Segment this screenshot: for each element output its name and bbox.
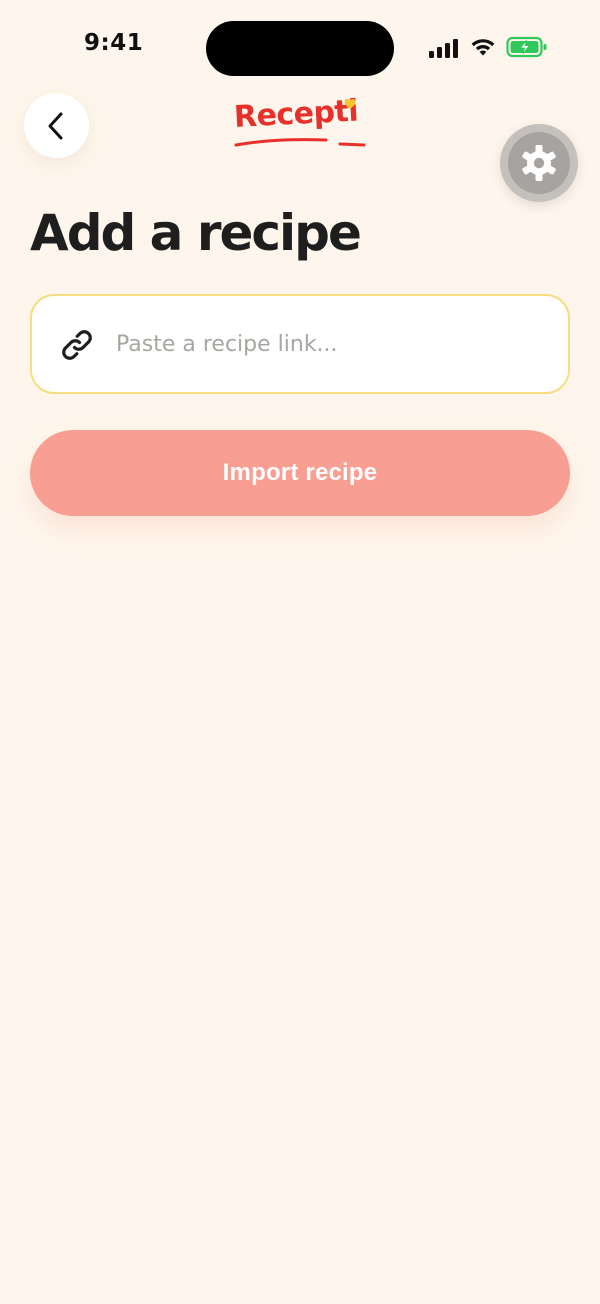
logo-text: Recepti (233, 93, 359, 135)
battery-charging-icon (506, 36, 547, 58)
settings-button[interactable] (500, 124, 578, 202)
back-button[interactable] (24, 93, 89, 158)
logo-underline (234, 138, 366, 147)
cellular-signal-icon (429, 39, 458, 58)
recipe-link-input[interactable] (116, 324, 546, 364)
dynamic-island (206, 21, 394, 76)
recepti-logo: Recepti (228, 93, 373, 158)
import-recipe-button[interactable]: Import recipe (30, 430, 570, 516)
settings-button-inner (508, 132, 570, 194)
gear-icon (522, 145, 556, 181)
heart-icon (344, 99, 356, 109)
link-icon (62, 330, 92, 360)
wifi-icon (471, 39, 495, 56)
status-time: 9:41 (84, 30, 144, 56)
chevron-left-icon (48, 112, 62, 139)
page-title: Add a recipe (30, 204, 362, 262)
add-recipe-screen: 9:41 Recepti Add a recipe Paste a recipe… (0, 0, 600, 1304)
recipe-link-field[interactable] (30, 294, 570, 394)
